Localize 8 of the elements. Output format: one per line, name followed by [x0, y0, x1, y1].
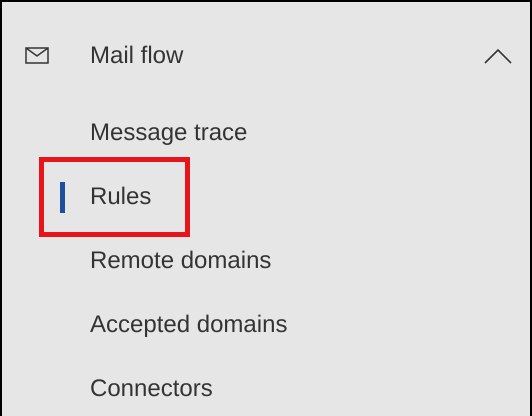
- nav-item[interactable]: Rules: [90, 179, 152, 215]
- nav-item[interactable]: Message trace: [90, 115, 248, 151]
- nav-item[interactable]: Remote domains: [90, 243, 272, 279]
- nav-item[interactable]: Accepted domains: [90, 307, 288, 343]
- nav-group-header[interactable]: Mail flow: [90, 38, 484, 74]
- nav-item[interactable]: Connectors: [90, 371, 213, 407]
- mail-icon: [25, 47, 49, 64]
- chevron-up-icon[interactable]: [484, 48, 512, 64]
